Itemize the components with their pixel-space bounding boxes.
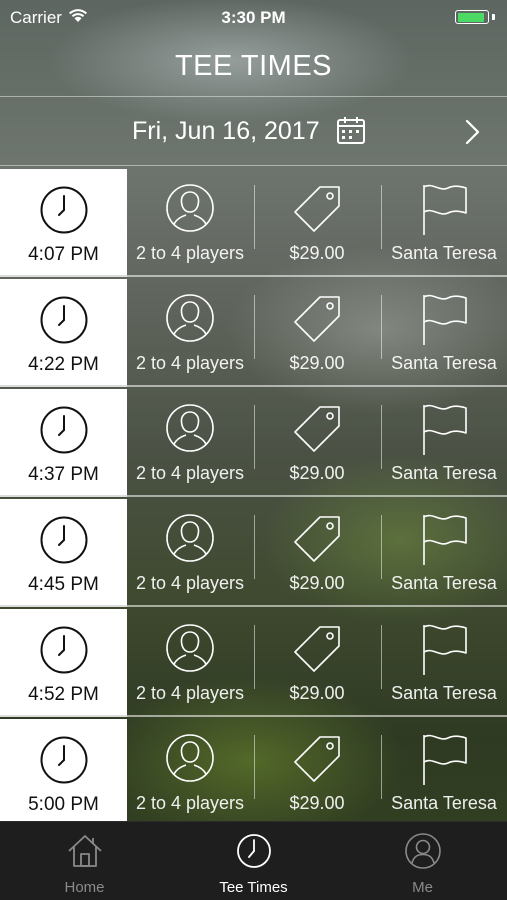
tee-time-label: 4:45 PM: [28, 574, 99, 595]
price-label: $29.00: [289, 573, 345, 593]
course-cell: Santa Teresa: [381, 719, 507, 823]
course-label: Santa Teresa: [391, 573, 497, 593]
price-tag-icon: [291, 183, 343, 240]
clock-icon: [39, 405, 89, 460]
price-tag-icon: [291, 733, 343, 790]
price-cell: $29.00: [254, 279, 380, 387]
date-selector[interactable]: Fri, Jun 16, 2017: [0, 96, 507, 166]
tab-label-home: Home: [64, 879, 105, 896]
person-icon: [165, 623, 215, 678]
price-tag-icon: [291, 403, 343, 460]
flag-icon: [418, 733, 470, 792]
players-cell: 2 to 4 players: [127, 499, 253, 607]
page-title: TEE TIMES: [174, 50, 333, 82]
clock-icon: [39, 735, 89, 790]
tee-time-label: 4:22 PM: [28, 354, 99, 375]
battery-level: [457, 12, 484, 22]
price-label: $29.00: [289, 243, 345, 263]
price-cell: $29.00: [254, 719, 380, 823]
status-time: 3:30 PM: [221, 8, 286, 27]
tee-time-list[interactable]: 4:07 PM 2 to 4 players $29.00 Santa Teresa 4…: [0, 169, 507, 823]
tee-time-row[interactable]: 4:37 PM 2 to 4 players $29.00 Santa Teresa: [0, 389, 507, 497]
tee-time-label: 4:07 PM: [28, 244, 99, 265]
person-icon: [165, 513, 215, 568]
flag-icon: [418, 513, 470, 572]
players-label: 2 to 4 players: [135, 793, 245, 813]
person-icon: [165, 733, 215, 788]
tee-time-row[interactable]: 4:45 PM 2 to 4 players $29.00 Santa Teresa: [0, 499, 507, 607]
clock-icon: [39, 295, 89, 350]
tee-time-cell[interactable]: 4:45 PM: [0, 499, 127, 607]
tab-bar: Home Tee Times Me: [0, 821, 507, 900]
tab-me[interactable]: Me: [338, 822, 507, 900]
price-cell: $29.00: [254, 169, 380, 277]
players-label: 2 to 4 players: [135, 573, 245, 593]
home-icon: [66, 832, 104, 875]
tab-label-tee-times: Tee Times: [219, 879, 288, 896]
price-label: $29.00: [289, 353, 345, 373]
course-cell: Santa Teresa: [381, 609, 507, 717]
course-label: Santa Teresa: [391, 463, 497, 483]
selected-date[interactable]: Fri, Jun 16, 2017: [132, 117, 320, 146]
players-label: 2 to 4 players: [135, 243, 245, 263]
players-cell: 2 to 4 players: [127, 609, 253, 717]
tee-time-cell[interactable]: 4:22 PM: [0, 279, 127, 387]
players-cell: 2 to 4 players: [127, 279, 253, 387]
person-icon: [165, 403, 215, 458]
clock-icon: [39, 625, 89, 680]
players-label: 2 to 4 players: [135, 683, 245, 703]
price-cell: $29.00: [254, 609, 380, 717]
calendar-icon[interactable]: [336, 115, 366, 150]
status-bar: Carrier 3:30 PM: [0, 0, 507, 36]
course-label: Santa Teresa: [391, 683, 497, 703]
price-cell: $29.00: [254, 499, 380, 607]
tee-time-row[interactable]: 5:00 PM 2 to 4 players $29.00 Santa Teresa: [0, 719, 507, 823]
person-icon: [165, 183, 215, 238]
course-cell: Santa Teresa: [381, 279, 507, 387]
price-tag-icon: [291, 293, 343, 350]
tee-time-row[interactable]: 4:22 PM 2 to 4 players $29.00 Santa Teresa: [0, 279, 507, 387]
price-label: $29.00: [289, 683, 345, 703]
tee-time-label: 5:00 PM: [28, 794, 99, 815]
tee-time-row[interactable]: 4:52 PM 2 to 4 players $29.00 Santa Teresa: [0, 609, 507, 717]
flag-icon: [418, 293, 470, 352]
course-label: Santa Teresa: [391, 353, 497, 373]
tab-label-me: Me: [412, 879, 433, 896]
course-cell: Santa Teresa: [381, 389, 507, 497]
clock-icon: [39, 185, 89, 240]
price-cell: $29.00: [254, 389, 380, 497]
players-cell: 2 to 4 players: [127, 169, 253, 277]
person-icon: [404, 832, 442, 875]
tee-time-cell[interactable]: 4:07 PM: [0, 169, 127, 277]
clock-icon: [235, 832, 273, 875]
price-label: $29.00: [289, 463, 345, 483]
person-icon: [165, 293, 215, 348]
players-label: 2 to 4 players: [135, 463, 245, 483]
course-cell: Santa Teresa: [381, 169, 507, 277]
tee-time-row[interactable]: 4:07 PM 2 to 4 players $29.00 Santa Teresa: [0, 169, 507, 277]
players-cell: 2 to 4 players: [127, 719, 253, 823]
tab-tee-times[interactable]: Tee Times: [169, 822, 338, 900]
price-tag-icon: [291, 623, 343, 680]
course-label: Santa Teresa: [391, 243, 497, 263]
clock-icon: [39, 515, 89, 570]
flag-icon: [418, 183, 470, 242]
tee-time-cell[interactable]: 4:52 PM: [0, 609, 127, 717]
price-tag-icon: [291, 513, 343, 570]
tee-time-cell[interactable]: 4:37 PM: [0, 389, 127, 497]
players-cell: 2 to 4 players: [127, 389, 253, 497]
price-label: $29.00: [289, 793, 345, 813]
tee-time-cell[interactable]: 5:00 PM: [0, 719, 127, 823]
course-label: Santa Teresa: [391, 793, 497, 813]
tee-time-label: 4:52 PM: [28, 684, 99, 705]
flag-icon: [418, 623, 470, 682]
flag-icon: [418, 403, 470, 462]
players-label: 2 to 4 players: [135, 353, 245, 373]
tee-time-label: 4:37 PM: [28, 464, 99, 485]
chevron-right-icon[interactable]: [462, 119, 482, 150]
battery-icon: [455, 10, 489, 24]
course-cell: Santa Teresa: [381, 499, 507, 607]
tab-home[interactable]: Home: [0, 822, 169, 900]
